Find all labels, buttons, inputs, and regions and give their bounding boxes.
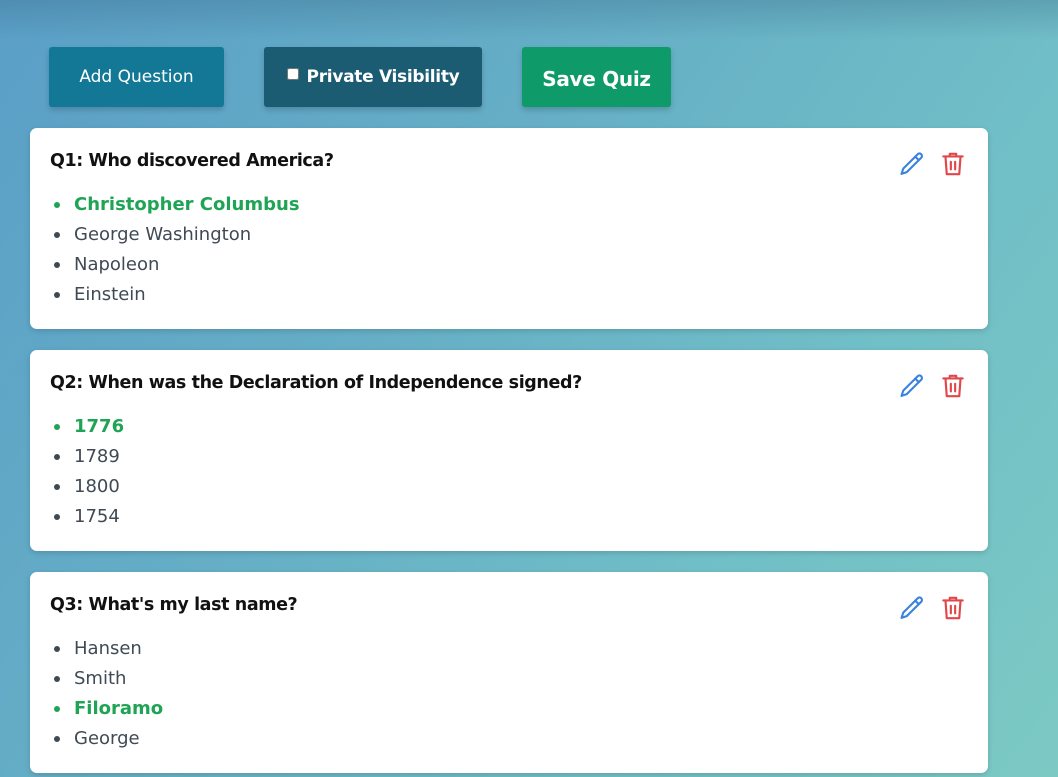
question-title: Q1: Who discovered America? <box>50 151 334 171</box>
bullet-icon <box>54 646 60 652</box>
answer-item: 1754 <box>52 502 124 532</box>
answer-item: George Washington <box>52 220 300 250</box>
bullet-icon <box>54 262 60 268</box>
answer-text: George Washington <box>74 224 252 245</box>
edit-question-button[interactable] <box>897 370 927 402</box>
answer-list: 1776 1789 1800 1754 <box>52 412 124 532</box>
bullet-icon <box>54 202 60 208</box>
pencil-icon <box>900 374 923 397</box>
answer-text: 1789 <box>74 446 120 467</box>
pencil-icon <box>900 596 923 619</box>
delete-question-button[interactable] <box>938 148 968 180</box>
answer-item: Einstein <box>52 280 300 310</box>
answer-text: Napoleon <box>74 254 160 275</box>
answer-text: 1776 <box>74 416 125 437</box>
bullet-icon <box>54 484 60 490</box>
bullet-icon <box>54 736 60 742</box>
answer-item: George <box>52 724 163 754</box>
edit-question-button[interactable] <box>897 592 927 624</box>
answer-item: Christopher Columbus <box>52 190 300 220</box>
add-question-label: Add Question <box>79 67 194 87</box>
quiz-toolbar: Add Question Private Visibility Save Qui… <box>0 0 1058 120</box>
bullet-icon <box>54 514 60 520</box>
answer-text: 1800 <box>74 476 120 497</box>
answer-item: 1789 <box>52 442 124 472</box>
bullet-icon <box>54 232 60 238</box>
answer-item: 1776 <box>52 412 124 442</box>
question-title: Q2: When was the Declaration of Independ… <box>50 373 582 393</box>
answer-item: Filoramo <box>52 694 163 724</box>
answer-text: Smith <box>74 668 127 689</box>
private-visibility-checkbox[interactable] <box>286 68 299 80</box>
pencil-icon <box>900 152 923 175</box>
private-visibility-label: Private Visibility <box>306 67 460 87</box>
private-visibility-toggle[interactable]: Private Visibility <box>264 47 482 107</box>
answer-text: 1754 <box>74 506 120 527</box>
answer-item: 1800 <box>52 472 124 502</box>
bullet-icon <box>54 424 60 430</box>
answer-item: Napoleon <box>52 250 300 280</box>
answer-item: Smith <box>52 664 163 694</box>
answer-text: Filoramo <box>74 698 164 719</box>
trash-icon <box>942 152 964 176</box>
bullet-icon <box>54 292 60 298</box>
trash-icon <box>942 374 964 398</box>
bullet-icon <box>54 454 60 460</box>
answer-text: George <box>74 728 140 749</box>
question-card: Q3: What's my last name? Hansen Smith Fi… <box>30 572 988 773</box>
save-quiz-label: Save Quiz <box>542 67 651 91</box>
trash-icon <box>942 596 964 620</box>
bullet-icon <box>54 706 60 712</box>
answer-item: Hansen <box>52 634 163 664</box>
answer-list: Hansen Smith Filoramo George <box>52 634 163 754</box>
edit-question-button[interactable] <box>897 148 927 180</box>
delete-question-button[interactable] <box>938 592 968 624</box>
answer-text: Einstein <box>74 284 146 305</box>
save-quiz-button[interactable]: Save Quiz <box>522 47 671 107</box>
question-card: Q1: Who discovered America? Christopher … <box>30 128 988 329</box>
question-title: Q3: What's my last name? <box>50 595 298 615</box>
bullet-icon <box>54 676 60 682</box>
answer-text: Christopher Columbus <box>74 194 300 215</box>
question-card: Q2: When was the Declaration of Independ… <box>30 350 988 551</box>
add-question-button[interactable]: Add Question <box>49 47 224 107</box>
answer-list: Christopher Columbus George Washington N… <box>52 190 300 310</box>
answer-text: Hansen <box>74 638 142 659</box>
delete-question-button[interactable] <box>938 370 968 402</box>
